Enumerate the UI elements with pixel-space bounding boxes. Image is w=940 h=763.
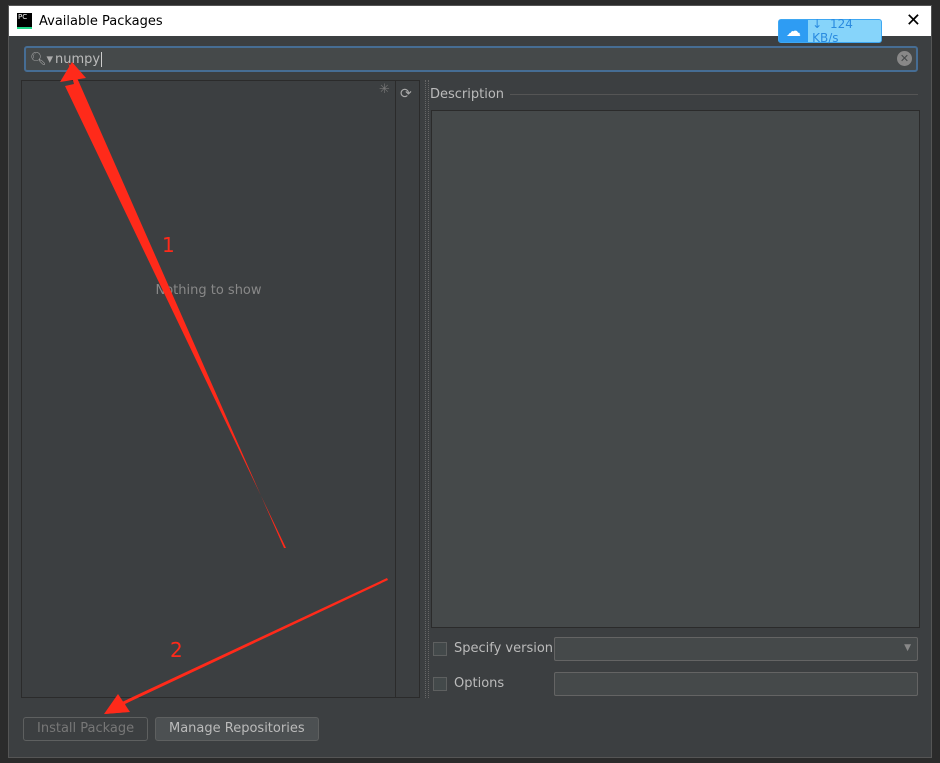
annotation-step-1: 1: [162, 233, 175, 257]
search-input[interactable]: 🔍︎▾ numpy ✕: [24, 46, 918, 72]
dialog-title: Available Packages: [39, 13, 163, 29]
search-icon[interactable]: 🔍︎▾: [30, 52, 53, 67]
pycharm-logo: PC: [17, 13, 32, 29]
version-select[interactable]: ▼: [554, 637, 918, 661]
chevron-down-icon: ▼: [904, 643, 911, 653]
description-header: Description: [430, 87, 918, 102]
list-toolbar: ⟳: [395, 80, 420, 698]
empty-list-text: Nothing to show: [155, 283, 262, 298]
search-value: numpy: [55, 51, 103, 67]
speed-value: ↓ 124 KB/s: [812, 17, 853, 45]
description-label: Description: [430, 87, 505, 102]
options-label: Options: [454, 676, 505, 691]
options-input[interactable]: [554, 672, 918, 696]
annotation-step-2: 2: [170, 638, 183, 662]
package-list[interactable]: Nothing to show: [21, 80, 396, 698]
specify-version-checkbox[interactable]: [433, 642, 447, 656]
cloud-download-icon: ☁: [779, 20, 809, 42]
clear-search-icon[interactable]: ✕: [897, 51, 912, 66]
splitter-handle[interactable]: [425, 80, 429, 698]
loading-spinner-icon: ✳: [379, 82, 390, 97]
description-panel: [431, 110, 920, 628]
refresh-icon[interactable]: ⟳: [400, 86, 412, 102]
manage-repositories-button[interactable]: Manage Repositories: [155, 717, 319, 741]
specify-version-label: Specify version: [454, 641, 554, 656]
close-button[interactable]: ✕: [906, 10, 921, 31]
available-packages-dialog: PC Available Packages ✕ 🔍︎▾ numpy ✕ Noth…: [8, 5, 932, 758]
download-speed-widget: ☁ ↓ 124 KB/s: [778, 17, 882, 45]
install-package-button[interactable]: Install Package: [23, 717, 149, 741]
options-checkbox[interactable]: [433, 677, 447, 691]
